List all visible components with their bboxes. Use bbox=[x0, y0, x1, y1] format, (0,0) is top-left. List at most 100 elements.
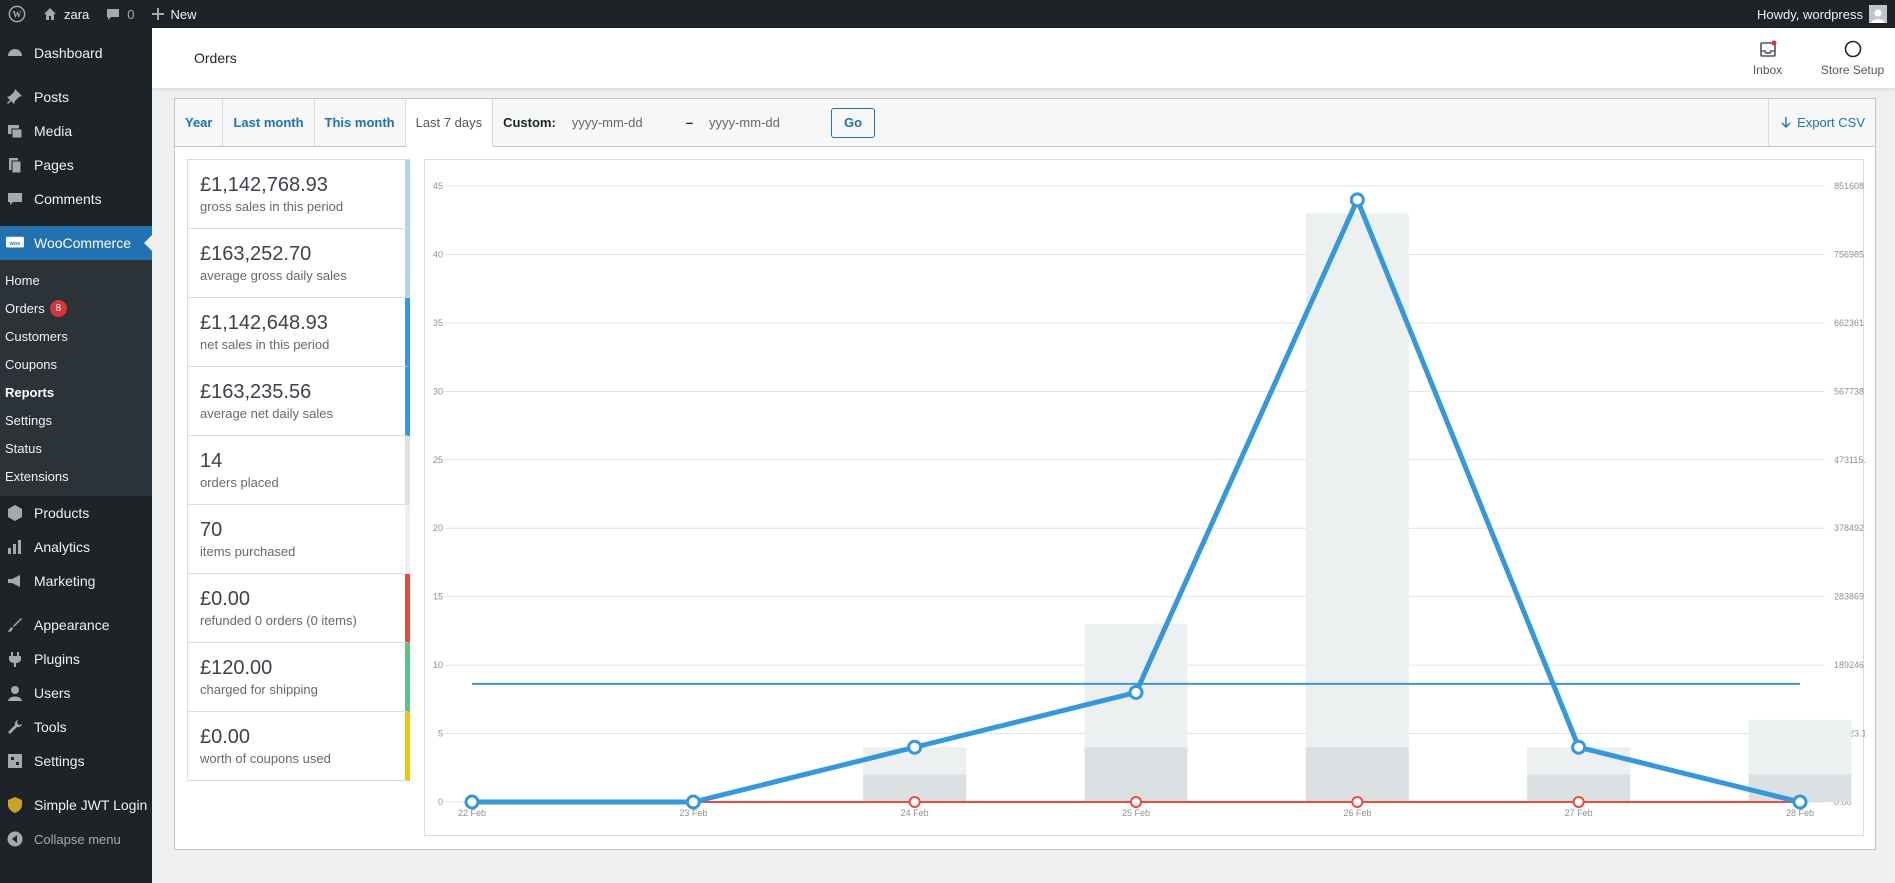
orders-bar bbox=[1305, 747, 1409, 802]
export-csv-link[interactable]: Export CSV bbox=[1768, 99, 1875, 146]
submenu-orders[interactable]: Orders 8 bbox=[0, 294, 152, 322]
legend-average-net-daily[interactable]: £163,235.56 average net daily sales bbox=[187, 367, 410, 436]
legend-shipping[interactable]: £120.00 charged for shipping bbox=[187, 643, 410, 712]
sidebar-item-users[interactable]: Users bbox=[0, 676, 152, 710]
x-tick-label: 23 Feb bbox=[679, 808, 707, 818]
inbox-button[interactable]: Inbox bbox=[1725, 28, 1810, 88]
y-tick-label: 20 bbox=[433, 523, 443, 533]
x-tick-label: 22 Feb bbox=[458, 808, 486, 818]
chart-legend: £1,142,768.93 gross sales in this period… bbox=[187, 159, 410, 781]
sidebar-item-settings[interactable]: Settings bbox=[0, 744, 152, 778]
submenu-status[interactable]: Status bbox=[0, 434, 152, 462]
pages-icon bbox=[6, 156, 24, 174]
net-sales-point bbox=[1349, 192, 1365, 208]
legend-amount: 70 bbox=[200, 519, 223, 541]
sidebar-item-dashboard[interactable]: Dashboard bbox=[0, 36, 152, 70]
tab-year[interactable]: Year bbox=[175, 99, 224, 146]
date-range-dash: – bbox=[685, 115, 694, 130]
sidebar-item-analytics[interactable]: Analytics bbox=[0, 530, 152, 564]
collapse-menu-label: Collapse menu bbox=[34, 831, 121, 847]
my-account-link[interactable]: Howdy, wordpress bbox=[1757, 5, 1895, 23]
submenu-extensions[interactable]: Extensions bbox=[0, 462, 152, 490]
y-tick-label: 35 bbox=[433, 318, 443, 328]
legend-orders-placed[interactable]: 14 orders placed bbox=[187, 436, 410, 505]
submenu-reports[interactable]: Reports bbox=[0, 378, 152, 406]
store-setup-button[interactable]: Store Setup bbox=[1810, 28, 1895, 88]
sidebar-item-marketing[interactable]: Marketing bbox=[0, 564, 152, 598]
submenu-label: Orders bbox=[5, 300, 45, 316]
sidebar-item-media[interactable]: Media bbox=[0, 114, 152, 148]
sidebar-item-posts[interactable]: Posts bbox=[0, 80, 152, 114]
sidebar-item-label: Users bbox=[34, 685, 71, 701]
sidebar-item-woocommerce[interactable]: woo WooCommerce bbox=[0, 226, 152, 260]
comments-link[interactable]: 0 bbox=[97, 0, 142, 28]
sidebar-item-tools[interactable]: Tools bbox=[0, 710, 152, 744]
y2-tick-label: 662361.93 bbox=[1834, 318, 1865, 328]
sidebar-item-label: Appearance bbox=[34, 617, 110, 633]
submenu-settings[interactable]: Settings bbox=[0, 406, 152, 434]
tab-last-7-days[interactable]: Last 7 days bbox=[405, 99, 494, 147]
sidebar-item-label: Media bbox=[34, 123, 73, 139]
y-tick-label: 25 bbox=[433, 455, 443, 465]
sidebar-item-label: Dashboard bbox=[34, 45, 103, 61]
y-tick-label: 30 bbox=[433, 386, 443, 396]
admin-sidebar: Dashboard Posts Media Pages Comments woo… bbox=[0, 28, 152, 883]
legend-amount: £163,252.70 bbox=[200, 243, 312, 265]
refunds-point bbox=[1572, 796, 1585, 808]
orders-count-badge: 8 bbox=[49, 299, 67, 317]
sidebar-item-label: Posts bbox=[34, 89, 70, 105]
sales-report-panel: Year Last month This month Last 7 days C… bbox=[174, 98, 1876, 850]
submenu-label: Home bbox=[5, 272, 40, 288]
tab-last-month[interactable]: Last month bbox=[223, 99, 315, 146]
start-date-input[interactable] bbox=[565, 108, 676, 137]
legend-items-purchased[interactable]: 70 items purchased bbox=[187, 505, 410, 574]
legend-net-sales[interactable]: £1,142,648.93 net sales in this period bbox=[187, 298, 410, 367]
sidebar-item-plugins[interactable]: Plugins bbox=[0, 642, 152, 676]
custom-label: Custom: bbox=[503, 115, 556, 130]
net-sales-point bbox=[1128, 684, 1144, 700]
refunds-point bbox=[908, 796, 921, 808]
legend-coupons[interactable]: £0.00 worth of coupons used bbox=[187, 712, 410, 781]
avatar bbox=[1869, 5, 1887, 23]
legend-label: worth of coupons used bbox=[200, 751, 331, 766]
collapse-menu-button[interactable]: Collapse menu bbox=[0, 822, 152, 856]
end-date-input[interactable] bbox=[703, 108, 814, 137]
svg-text:woo: woo bbox=[9, 241, 21, 247]
sidebar-item-appearance[interactable]: Appearance bbox=[0, 608, 152, 642]
y-tick-label: 0 bbox=[438, 797, 443, 807]
date-range-tabs: Year Last month This month Last 7 days C… bbox=[175, 99, 1875, 147]
wordpress-logo-icon[interactable]: W bbox=[0, 0, 34, 28]
settings-icon bbox=[6, 752, 24, 770]
sales-chart: 00.00594623.1310189246.2715283869.402037… bbox=[433, 181, 1865, 818]
megaphone-icon bbox=[6, 572, 24, 590]
media-icon bbox=[6, 122, 24, 140]
submenu-coupons[interactable]: Coupons bbox=[0, 350, 152, 378]
x-tick-label: 25 Feb bbox=[1122, 808, 1150, 818]
submenu-customers[interactable]: Customers bbox=[0, 322, 152, 350]
new-content-link[interactable]: New bbox=[143, 0, 205, 28]
sidebar-item-products[interactable]: Products bbox=[0, 496, 152, 530]
y2-tick-label: 378492.53 bbox=[1834, 523, 1865, 533]
inbox-icon bbox=[1759, 40, 1776, 57]
legend-average-gross-daily[interactable]: £163,252.70 average gross daily sales bbox=[187, 229, 410, 298]
plug-icon bbox=[6, 650, 24, 668]
y2-tick-label: 189246.27 bbox=[1834, 660, 1865, 670]
chart-container: 00.00594623.1310189246.2715283869.402037… bbox=[424, 159, 1865, 836]
legend-amount: £120.00 bbox=[200, 657, 273, 679]
store-setup-label: Store Setup bbox=[1820, 63, 1885, 77]
sidebar-item-pages[interactable]: Pages bbox=[0, 148, 152, 182]
go-button[interactable]: Go bbox=[831, 107, 876, 138]
legend-amount: £1,142,768.93 bbox=[200, 174, 328, 196]
pin-icon bbox=[6, 88, 24, 106]
sidebar-item-comments[interactable]: Comments bbox=[0, 182, 152, 216]
site-name-link[interactable]: zara bbox=[34, 0, 97, 28]
woo-icon: woo bbox=[6, 234, 24, 252]
legend-refunded[interactable]: £0.00 refunded 0 orders (0 items) bbox=[187, 574, 410, 643]
tab-this-month[interactable]: This month bbox=[315, 99, 406, 146]
y-tick-label: 5 bbox=[438, 729, 443, 739]
legend-gross-sales[interactable]: £1,142,768.93 gross sales in this period bbox=[187, 160, 410, 229]
new-label: New bbox=[170, 6, 197, 22]
sidebar-item-simple-jwt-login[interactable]: Simple JWT Login bbox=[0, 788, 152, 822]
submenu-home[interactable]: Home bbox=[0, 266, 152, 294]
y-tick-label: 45 bbox=[433, 181, 443, 191]
